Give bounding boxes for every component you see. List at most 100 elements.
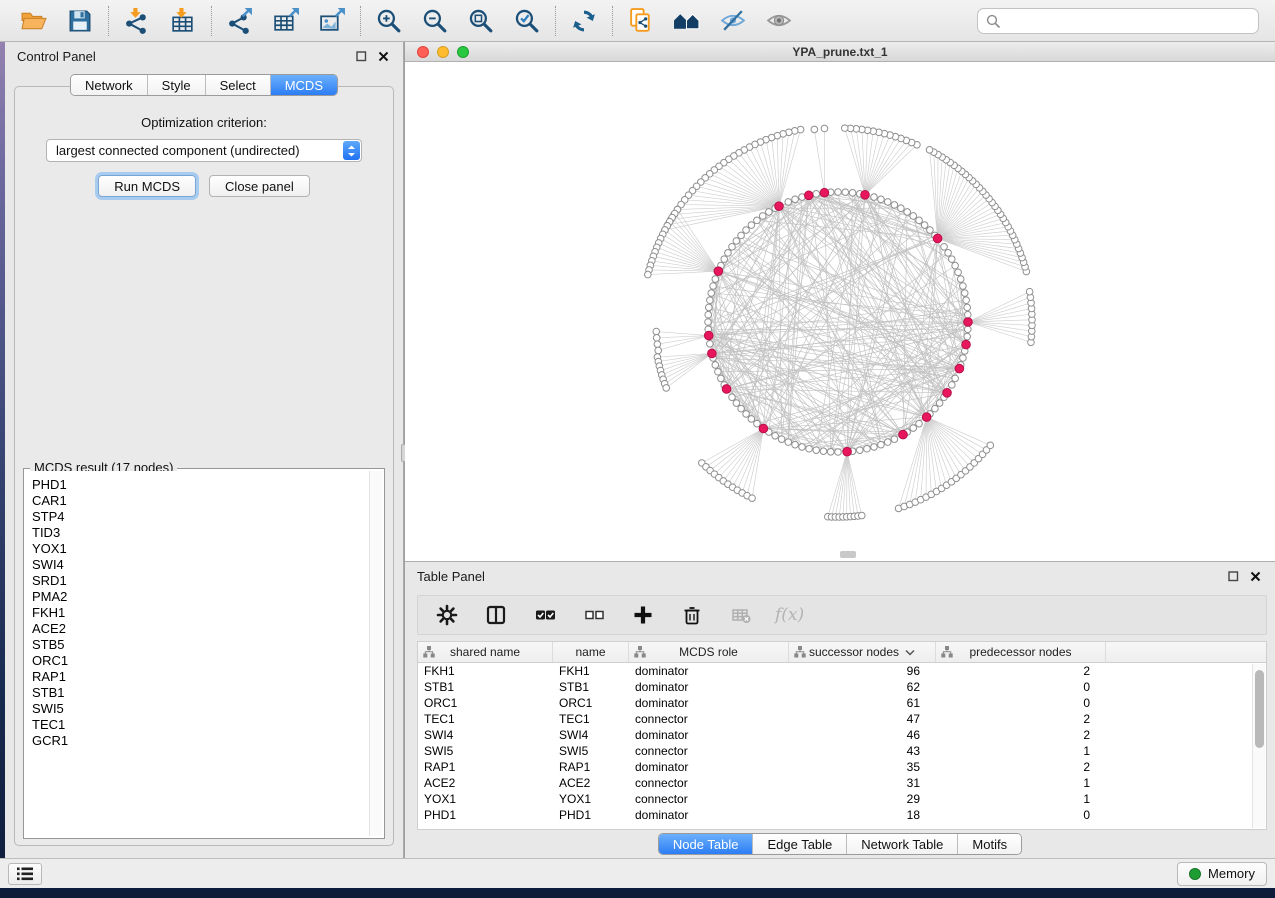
graph-node[interactable]: [712, 276, 719, 283]
graph-node[interactable]: [910, 213, 917, 220]
graph-leaf-node[interactable]: [858, 512, 865, 519]
graph-hub-node[interactable]: [943, 389, 952, 398]
float-panel-icon[interactable]: [353, 48, 369, 64]
graph-node[interactable]: [952, 262, 959, 269]
column-header-name[interactable]: name: [553, 642, 629, 662]
graph-node[interactable]: [964, 311, 971, 318]
horizontal-divider-handle[interactable]: [840, 551, 856, 558]
graph-leaf-node[interactable]: [821, 125, 828, 132]
export-image-button[interactable]: [316, 5, 348, 37]
show-panels-menu-button[interactable]: [8, 863, 42, 885]
tab-network-table[interactable]: Network Table: [846, 834, 957, 854]
graph-node[interactable]: [916, 420, 923, 427]
graph-node[interactable]: [754, 420, 761, 427]
graph-node[interactable]: [916, 217, 923, 224]
graph-node[interactable]: [707, 340, 714, 347]
graph-hub-node[interactable]: [922, 413, 931, 422]
show-all-button[interactable]: [763, 5, 795, 37]
tab-style[interactable]: Style: [147, 75, 205, 95]
graph-node[interactable]: [878, 196, 885, 203]
graph-node[interactable]: [748, 416, 755, 423]
list-item[interactable]: STB5: [32, 637, 368, 653]
table-row[interactable]: ORC1ORC1dominator610: [418, 695, 1266, 711]
table-row[interactable]: PHD1PHD1dominator180: [418, 807, 1266, 823]
table-row[interactable]: RAP1RAP1dominator352: [418, 759, 1266, 775]
graph-hub-node[interactable]: [759, 424, 768, 433]
graph-node[interactable]: [785, 439, 792, 446]
list-item[interactable]: PMA2: [32, 589, 368, 605]
graph-node[interactable]: [957, 276, 964, 283]
close-window-icon[interactable]: [417, 46, 429, 58]
graph-node[interactable]: [813, 191, 820, 198]
graph-leaf-node[interactable]: [653, 328, 660, 335]
graph-node[interactable]: [707, 297, 714, 304]
graph-node[interactable]: [706, 304, 713, 311]
graph-node[interactable]: [960, 283, 967, 290]
graph-hub-node[interactable]: [962, 340, 971, 349]
graph-node[interactable]: [799, 444, 806, 451]
graph-node[interactable]: [729, 243, 736, 250]
graph-node[interactable]: [835, 189, 842, 196]
optimization-criterion-dropdown[interactable]: largest connected component (undirected): [46, 139, 362, 162]
list-item[interactable]: SWI5: [32, 701, 368, 717]
tab-mcds[interactable]: MCDS: [270, 75, 337, 95]
graph-node[interactable]: [733, 238, 740, 245]
graph-node[interactable]: [891, 436, 898, 443]
table-row[interactable]: YOX1YOX1connector291: [418, 791, 1266, 807]
graph-node[interactable]: [738, 232, 745, 239]
graph-node[interactable]: [748, 222, 755, 229]
graph-hub-node[interactable]: [955, 364, 964, 373]
graph-leaf-node[interactable]: [749, 495, 756, 502]
zoom-selected-button[interactable]: [511, 5, 543, 37]
list-item[interactable]: STB1: [32, 685, 368, 701]
graph-node[interactable]: [927, 227, 934, 234]
graph-leaf-node[interactable]: [841, 125, 848, 132]
zoom-fit-button[interactable]: [465, 5, 497, 37]
table-row[interactable]: FKH1FKH1dominator962: [418, 663, 1266, 679]
graph-hub-node[interactable]: [899, 430, 908, 439]
graph-hub-node[interactable]: [708, 349, 717, 358]
zoom-in-button[interactable]: [373, 5, 405, 37]
show-columns-button[interactable]: [480, 599, 512, 631]
graph-node[interactable]: [884, 439, 891, 446]
graph-leaf-node[interactable]: [655, 347, 662, 354]
graph-leaf-node[interactable]: [926, 147, 933, 154]
graph-node[interactable]: [738, 405, 745, 412]
list-item[interactable]: GCR1: [32, 733, 368, 749]
graph-hub-node[interactable]: [820, 188, 829, 197]
save-session-button[interactable]: [64, 5, 96, 37]
graph-node[interactable]: [961, 290, 968, 297]
graph-node[interactable]: [884, 199, 891, 206]
graph-node[interactable]: [754, 217, 761, 224]
column-header-mcds-role[interactable]: MCDS role: [629, 642, 789, 662]
graph-node[interactable]: [960, 355, 967, 362]
tab-edge-table[interactable]: Edge Table: [752, 834, 846, 854]
graph-node[interactable]: [729, 394, 736, 401]
graph-node[interactable]: [792, 441, 799, 448]
list-item[interactable]: FKH1: [32, 605, 368, 621]
list-item[interactable]: TID3: [32, 525, 368, 541]
search-input[interactable]: [1007, 13, 1250, 30]
graph-node[interactable]: [941, 243, 948, 250]
graph-node[interactable]: [705, 311, 712, 318]
first-neighbors-button[interactable]: [671, 5, 703, 37]
graph-node[interactable]: [772, 432, 779, 439]
tab-select[interactable]: Select: [205, 75, 270, 95]
tab-node-table[interactable]: Node Table: [659, 834, 753, 854]
graph-node[interactable]: [891, 202, 898, 209]
graph-node[interactable]: [705, 319, 712, 326]
export-network-button[interactable]: [224, 5, 256, 37]
graph-node[interactable]: [921, 222, 928, 229]
add-column-button[interactable]: [627, 599, 659, 631]
table-row[interactable]: ACE2ACE2connector311: [418, 775, 1266, 791]
graph-node[interactable]: [898, 205, 905, 212]
float-table-panel-icon[interactable]: [1225, 568, 1241, 584]
import-table-button[interactable]: [167, 5, 199, 37]
graph-hub-node[interactable]: [704, 331, 713, 340]
table-row[interactable]: STB1STB1dominator620: [418, 679, 1266, 695]
graph-hub-node[interactable]: [714, 267, 723, 276]
graph-node[interactable]: [871, 444, 878, 451]
graph-leaf-node[interactable]: [811, 126, 818, 133]
graph-leaf-node[interactable]: [1026, 288, 1033, 295]
list-item[interactable]: RAP1: [32, 669, 368, 685]
